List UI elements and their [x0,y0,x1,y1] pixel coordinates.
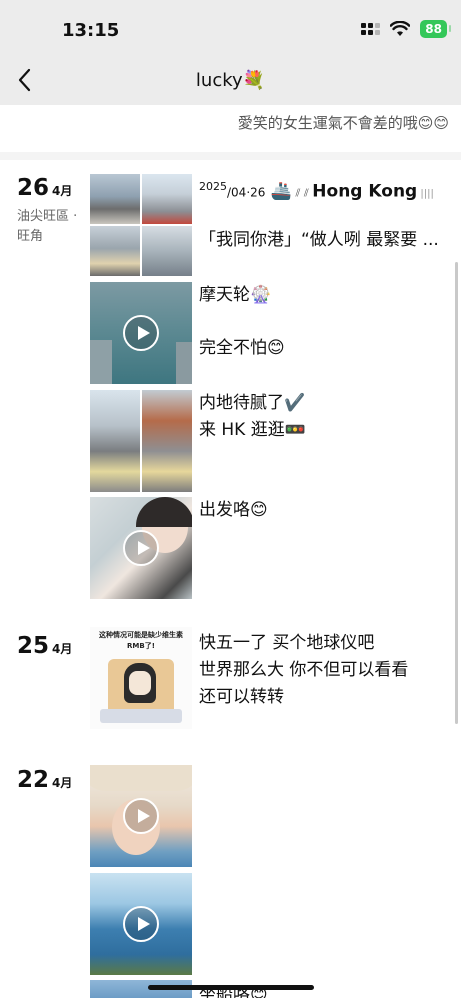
post-text-line[interactable]: 「我同你港」“做人咧 最緊要 ... [199,227,439,254]
post-text-line[interactable]: 还可以转转 [199,684,284,711]
video-thumbnail[interactable] [90,282,192,384]
date-day-22: 22 4月 [17,767,73,793]
page-title: lucky💐 [195,70,266,91]
scrollbar[interactable] [455,262,458,724]
section-divider [0,152,461,160]
post-text-line[interactable]: 内地待腻了✔️ [199,390,305,417]
play-icon [123,798,159,834]
cellular-signal-icon [361,23,381,35]
video-thumbnail[interactable] [90,497,192,599]
post-text-line[interactable]: 快五一了 买个地球仪吧 [199,630,374,657]
play-icon [123,315,159,351]
date-day-26: 26 4月 [17,175,73,201]
meme-thumbnail[interactable]: 这种情况可能是缺少维生素RMB了! [90,627,192,729]
post-text[interactable]: 2025/04·26 🚢 ⫽ ⫽ Hong Kong |||| [199,173,434,208]
home-indicator[interactable] [148,985,314,990]
battery-indicator: 88 [420,20,451,38]
post-text-line[interactable]: 完全不怕😊 [199,335,285,362]
wifi-icon [390,21,411,36]
video-thumbnail[interactable] [90,765,192,867]
post-location: 油尖旺區 · 旺角 [17,209,78,244]
status-icons: 88 [361,20,451,38]
photo-thumbnail[interactable] [90,390,192,492]
post-text-line[interactable]: 出发咯😊 [199,497,268,524]
post-text-line[interactable]: 摩天轮🎡 [199,282,271,309]
profile-signature: 愛笑的女生運氣不會差的哦😊😊 [237,114,449,132]
video-thumbnail[interactable] [90,873,192,975]
photo-grid-thumbnail[interactable] [90,174,192,276]
play-icon [123,530,159,566]
status-time: 13:15 [62,20,120,41]
post-text-line[interactable]: 世界那么大 你不但可以看看 [199,657,408,684]
date-day-25: 25 4月 [17,633,73,659]
meme-caption: 这种情况可能是缺少维生素RMB了! [99,631,183,650]
post-text-line[interactable]: 来 HK 逛逛🚥 [199,417,306,444]
play-icon [123,906,159,942]
